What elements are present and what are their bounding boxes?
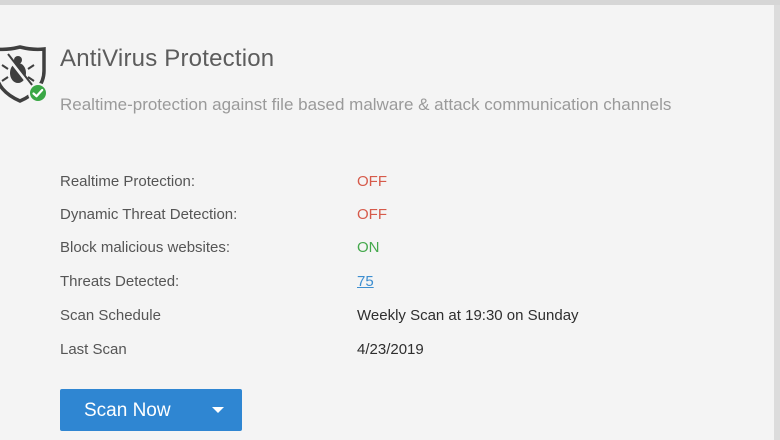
status-value-on: ON [357,239,380,256]
status-value: Weekly Scan at 19:30 on Sunday [357,307,579,324]
status-label: Block malicious websites: [60,239,231,256]
status-row-block-malicious-websites: Block malicious websites: ON [60,239,760,263]
status-row-scan-schedule: Scan Schedule Weekly Scan at 19:30 on Su… [60,307,760,331]
check-circle-icon [28,83,48,103]
status-row-threats-detected: Threats Detected: 75 [60,273,760,297]
status-value-off: OFF [357,173,387,190]
scan-now-label: Scan Now [84,400,171,421]
status-value: 4/23/2019 [357,341,424,358]
caret-down-icon[interactable] [212,407,224,413]
threats-count-link[interactable]: 75 [357,273,374,290]
antivirus-panel: AntiVirus Protection Realtime-protection… [0,5,780,440]
status-label: Last Scan [60,341,127,358]
status-row-realtime-protection: Realtime Protection: OFF [60,173,760,197]
shield-bug-icon [0,45,50,103]
status-label: Realtime Protection: [60,173,196,190]
page-subtitle: Realtime-protection against file based m… [60,95,672,114]
status-row-dynamic-threat-detection: Dynamic Threat Detection: OFF [60,206,760,230]
status-label: Threats Detected: [60,273,180,290]
status-label: Scan Schedule [60,307,161,324]
scan-now-button[interactable]: Scan Now [60,389,242,431]
page-title: AntiVirus Protection [60,45,275,72]
status-label: Dynamic Threat Detection: [60,206,238,223]
status-value-off: OFF [357,206,387,223]
status-row-last-scan: Last Scan 4/23/2019 [60,341,760,365]
